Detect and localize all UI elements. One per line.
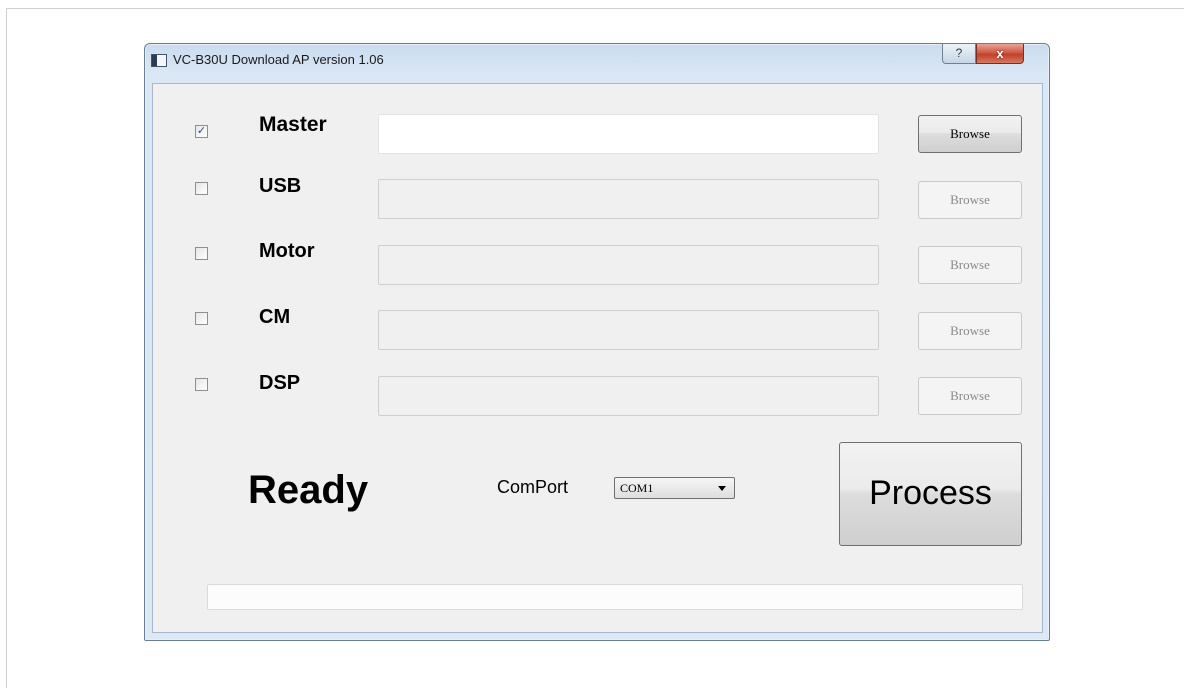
motor-checkbox[interactable] <box>195 247 208 260</box>
dsp-path-input[interactable] <box>378 376 879 416</box>
client-area: ✓ Master Browse USB Browse Motor Browse … <box>152 83 1043 633</box>
app-window: VC-B30U Download AP version 1.06 ? x ✓ M… <box>144 43 1050 641</box>
motor-path-input[interactable] <box>378 245 879 285</box>
cm-path-input[interactable] <box>378 310 879 350</box>
progress-bar <box>207 584 1023 610</box>
cm-label: CM <box>259 306 291 328</box>
motor-browse-button[interactable]: Browse <box>918 246 1022 284</box>
app-icon <box>151 54 167 67</box>
master-checkbox[interactable]: ✓ <box>195 125 208 138</box>
master-label: Master <box>259 113 327 136</box>
comport-select[interactable]: COM1 <box>614 477 735 499</box>
close-button[interactable]: x <box>976 44 1024 64</box>
dropdown-arrow-icon <box>718 486 726 491</box>
dsp-browse-button[interactable]: Browse <box>918 377 1022 415</box>
usb-browse-button[interactable]: Browse <box>918 181 1022 219</box>
status-text: Ready <box>248 468 369 512</box>
cm-browse-button[interactable]: Browse <box>918 312 1022 350</box>
help-button[interactable]: ? <box>942 44 976 64</box>
process-button[interactable]: Process <box>839 442 1022 546</box>
master-path-input[interactable] <box>378 114 879 154</box>
window-title: VC-B30U Download AP version 1.06 <box>173 52 384 67</box>
motor-label: Motor <box>259 240 315 262</box>
cm-checkbox[interactable] <box>195 312 208 325</box>
comport-label: ComPort <box>497 477 569 497</box>
usb-path-input[interactable] <box>378 179 879 219</box>
usb-label: USB <box>259 175 302 197</box>
title-bar[interactable]: VC-B30U Download AP version 1.06 ? x <box>145 44 1049 82</box>
checkmark-icon: ✓ <box>196 125 207 137</box>
usb-checkbox[interactable] <box>195 182 208 195</box>
dsp-label: DSP <box>259 372 301 394</box>
dsp-checkbox[interactable] <box>195 378 208 391</box>
comport-selected-value: COM1 <box>620 481 654 495</box>
master-browse-button[interactable]: Browse <box>918 115 1022 153</box>
